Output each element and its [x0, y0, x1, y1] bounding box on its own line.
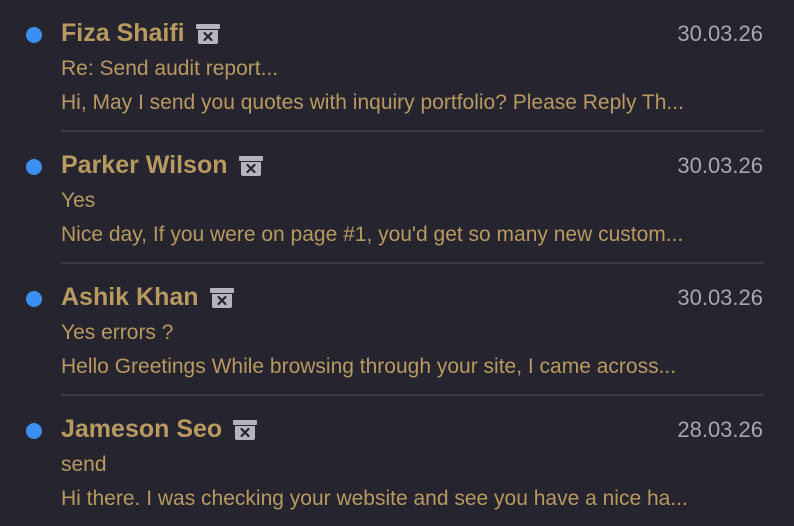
- message-date: 30.03.26: [677, 285, 763, 310]
- message-subject: Re: Send audit report...: [61, 57, 279, 80]
- message-subject: send: [61, 453, 107, 476]
- message-preview: Hi, May I send you quotes with inquiry p…: [61, 91, 684, 114]
- sender-row: Jameson Seo: [61, 412, 258, 446]
- message-preview: Nice day, If you were on page #1, you'd …: [61, 223, 684, 246]
- message-subject: Yes: [61, 189, 96, 212]
- sender-name: Jameson Seo: [61, 415, 223, 443]
- message-item[interactable]: Fiza Shaifi 30.03.26 Re: Send audit repo…: [0, 0, 794, 132]
- sender-row: Fiza Shaifi: [61, 16, 221, 50]
- archive-box-icon[interactable]: [238, 155, 264, 177]
- archive-box-icon[interactable]: [232, 419, 258, 441]
- sender-name: Parker Wilson: [61, 151, 228, 179]
- unread-dot-icon: [26, 27, 42, 43]
- archive-box-icon[interactable]: [209, 287, 235, 309]
- message-item[interactable]: Parker Wilson 30.03.26 Yes Nice day, If …: [0, 132, 794, 264]
- unread-dot-icon: [26, 159, 42, 175]
- unread-dot-icon: [26, 291, 42, 307]
- sender-name: Ashik Khan: [61, 283, 199, 311]
- message-item[interactable]: Ashik Khan 30.03.26 Yes errors ? Hello G…: [0, 264, 794, 396]
- message-preview: Hello Greetings While browsing through y…: [61, 355, 677, 378]
- message-item[interactable]: Jameson Seo 28.03.26 send Hi there. I wa…: [0, 396, 794, 526]
- sender-row: Ashik Khan: [61, 280, 235, 314]
- message-date: 28.03.26: [677, 417, 763, 442]
- message-date: 30.03.26: [677, 21, 763, 46]
- sender-name: Fiza Shaifi: [61, 19, 185, 47]
- message-date: 30.03.26: [677, 153, 763, 178]
- archive-box-icon[interactable]: [195, 23, 221, 45]
- message-list: Fiza Shaifi 30.03.26 Re: Send audit repo…: [0, 0, 794, 526]
- message-subject: Yes errors ?: [61, 321, 174, 344]
- sender-row: Parker Wilson: [61, 148, 264, 182]
- message-preview: Hi there. I was checking your website an…: [61, 487, 688, 510]
- unread-dot-icon: [26, 423, 42, 439]
